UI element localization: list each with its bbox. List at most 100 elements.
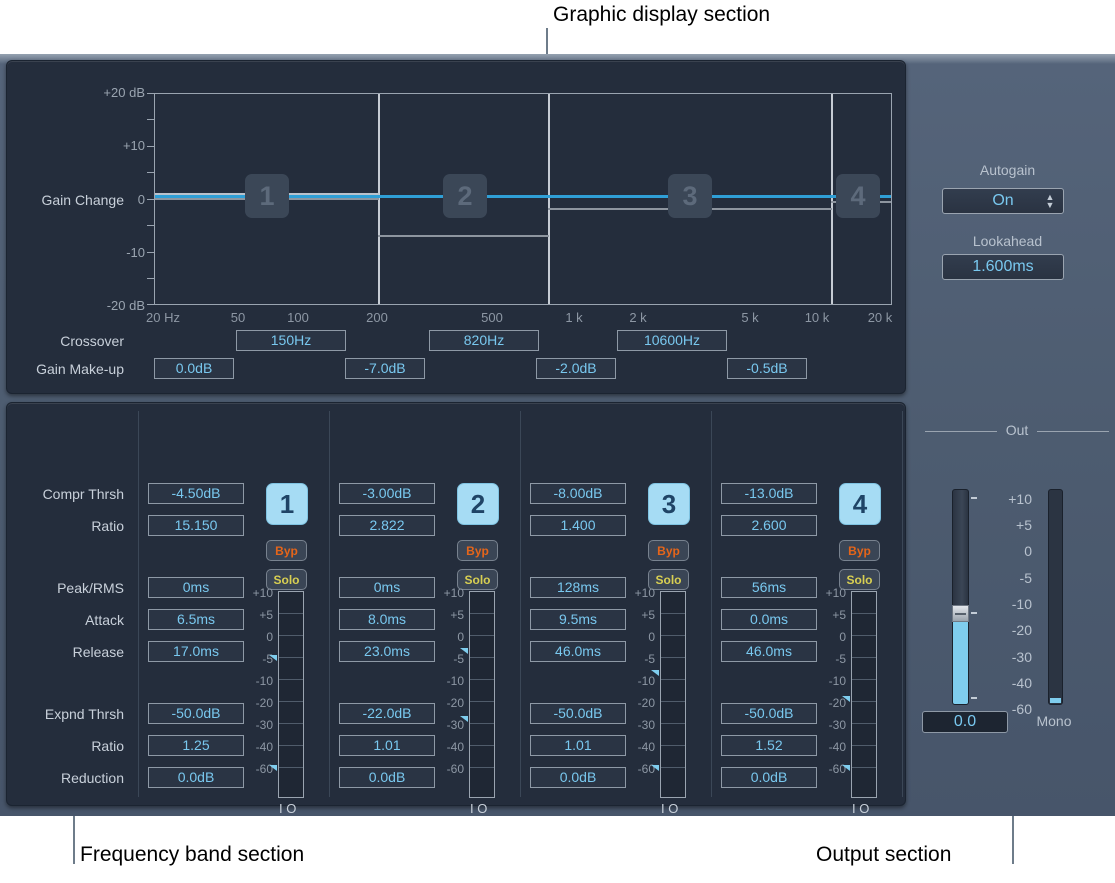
expnd-thrsh-label: Expnd Thrsh (7, 706, 124, 722)
gain-makeup-field-1[interactable]: 0.0dB (154, 358, 234, 379)
band-2-peak-rms-field[interactable]: 0ms (339, 577, 435, 598)
crossover-field-2[interactable]: 820Hz (429, 330, 539, 351)
band-2-expnd-thrsh-marker[interactable] (460, 716, 468, 722)
band-4-bypass-button[interactable]: Byp (839, 540, 880, 561)
band-3-release-field[interactable]: 46.0ms (530, 641, 626, 662)
band-4-meter-scale-7: -40 (810, 740, 846, 754)
gain-makeup-label: Gain Make-up (7, 361, 124, 377)
band-1-reduction-field[interactable]: 0.0dB (148, 767, 244, 788)
band-4-compr-ratio-field[interactable]: 2.600 (721, 515, 817, 536)
band-4-compr-thrsh-marker[interactable] (842, 696, 850, 702)
band-3-select-button[interactable]: 3 (648, 483, 690, 525)
band-2-meter-scale-8: -60 (428, 762, 464, 776)
band-1-expnd-thrsh-marker[interactable] (269, 765, 277, 771)
band-3-reduction-field[interactable]: 0.0dB (530, 767, 626, 788)
band-4-attack-field[interactable]: 0.0ms (721, 609, 817, 630)
graph-band-badge-2[interactable]: 2 (443, 174, 487, 218)
band-2-gain-line[interactable] (378, 235, 549, 237)
plugin-window: Gain Change +20 dB +10 0 -10 -20 dB (0, 54, 1115, 816)
out-scale-2: 0 (981, 543, 1032, 559)
band-1-attack-field[interactable]: 6.5ms (148, 609, 244, 630)
y-axis-tick-mark (147, 119, 154, 120)
band-4-reduction-field[interactable]: 0.0dB (721, 767, 817, 788)
band-1-expnd-ratio-field[interactable]: 1.25 (148, 735, 244, 756)
band-2-meter-scale-4: -10 (428, 674, 464, 688)
band-1-bypass-button[interactable]: Byp (266, 540, 307, 561)
band-2-compr-ratio-field[interactable]: 2.822 (339, 515, 435, 536)
band-1-compr-ratio-field[interactable]: 15.150 (148, 515, 244, 536)
band-4-select-button[interactable]: 4 (839, 483, 881, 525)
band-4-release-field[interactable]: 46.0ms (721, 641, 817, 662)
band-1-expnd-thrsh-field[interactable]: -50.0dB (148, 703, 244, 724)
output-fader-track[interactable] (952, 489, 969, 705)
band-2-expnd-ratio-field[interactable]: 1.01 (339, 735, 435, 756)
band-1-release-field[interactable]: 17.0ms (148, 641, 244, 662)
band-3-attack-field[interactable]: 9.5ms (530, 609, 626, 630)
band-2-reduction-field[interactable]: 0.0dB (339, 767, 435, 788)
band-4-peak-rms-field[interactable]: 56ms (721, 577, 817, 598)
graph-band-badge-3[interactable]: 3 (668, 174, 712, 218)
x-tick-label-9: 20 k (856, 310, 904, 325)
gain-makeup-field-4[interactable]: -0.5dB (727, 358, 807, 379)
lookahead-field[interactable]: 1.600ms (942, 254, 1064, 280)
output-gain-field[interactable]: 0.0 (922, 711, 1008, 733)
band-1-peak-rms-field[interactable]: 0ms (148, 577, 244, 598)
band-2-attack-field[interactable]: 8.0ms (339, 609, 435, 630)
out-divider-right (1037, 431, 1109, 432)
x-tick-label-3: 200 (355, 310, 399, 325)
band-4-compr-thrsh-field[interactable]: -13.0dB (721, 483, 817, 504)
output-level-meter-fill (1050, 698, 1061, 703)
band-1-meter (278, 591, 304, 798)
band-3-compr-thrsh-field[interactable]: -8.00dB (530, 483, 626, 504)
chevron-updown-icon[interactable]: ▲▼ (1044, 193, 1056, 209)
band-1-compr-thrsh-marker[interactable] (269, 655, 277, 661)
band-4-expnd-ratio-field[interactable]: 1.52 (721, 735, 817, 756)
band-column-separator (520, 411, 521, 797)
x-tick-label-0: 20 Hz (133, 310, 193, 325)
peak-rms-label: Peak/RMS (7, 580, 124, 596)
out-scale-5: -20 (981, 622, 1032, 638)
band-3-expnd-ratio-field[interactable]: 1.01 (530, 735, 626, 756)
band-4-expnd-thrsh-field[interactable]: -50.0dB (721, 703, 817, 724)
graph-band-badge-4[interactable]: 4 (836, 174, 880, 218)
annotation-line-output (1012, 816, 1014, 864)
band-2-release-field[interactable]: 23.0ms (339, 641, 435, 662)
out-divider-left (925, 431, 997, 432)
crossover-field-3[interactable]: 10600Hz (617, 330, 727, 351)
band-1-select-button[interactable]: 1 (266, 483, 308, 525)
x-tick-label-1: 50 (218, 310, 258, 325)
graph-band-badge-1[interactable]: 1 (245, 174, 289, 218)
band-4-expnd-thrsh-marker[interactable] (842, 765, 850, 771)
band-1-meter-scale-7: -40 (237, 740, 273, 754)
band-3-peak-rms-field[interactable]: 128ms (530, 577, 626, 598)
autogain-label: Autogain (915, 162, 1100, 178)
gain-makeup-field-2[interactable]: -7.0dB (345, 358, 425, 379)
band-3-compr-ratio-field[interactable]: 1.400 (530, 515, 626, 536)
crossover-label: Crossover (7, 333, 124, 349)
band-2-select-button[interactable]: 2 (457, 483, 499, 525)
annotation-frequency-band: Frequency band section (80, 843, 304, 867)
band-3-bypass-button[interactable]: Byp (648, 540, 689, 561)
band-3-compr-thrsh-marker[interactable] (651, 670, 659, 676)
crossover-divider-3[interactable] (831, 94, 833, 304)
band-4-meter-scale-5: -20 (810, 696, 846, 710)
y-tick-label-2: 0 (67, 192, 145, 207)
band-4-io-label: I O (852, 801, 869, 816)
gain-change-graph[interactable]: 1 2 3 4 (154, 93, 892, 305)
band-2-compr-thrsh-marker[interactable] (460, 648, 468, 654)
band-1-compr-thrsh-field[interactable]: -4.50dB (148, 483, 244, 504)
x-tick-label-4: 500 (470, 310, 514, 325)
band-4-meter (851, 591, 877, 798)
x-tick-label-2: 100 (276, 310, 320, 325)
crossover-field-1[interactable]: 150Hz (236, 330, 346, 351)
output-fader-knob[interactable] (952, 605, 969, 622)
band-2-expnd-thrsh-field[interactable]: -22.0dB (339, 703, 435, 724)
gain-makeup-field-3[interactable]: -2.0dB (536, 358, 616, 379)
crossover-divider-2[interactable] (548, 94, 550, 304)
band-2-bypass-button[interactable]: Byp (457, 540, 498, 561)
band-3-expnd-thrsh-field[interactable]: -50.0dB (530, 703, 626, 724)
band-4-meter-scale-1: +5 (810, 608, 846, 622)
out-scale-0: +10 (981, 491, 1032, 507)
band-2-compr-thrsh-field[interactable]: -3.00dB (339, 483, 435, 504)
band-3-expnd-thrsh-marker[interactable] (651, 765, 659, 771)
